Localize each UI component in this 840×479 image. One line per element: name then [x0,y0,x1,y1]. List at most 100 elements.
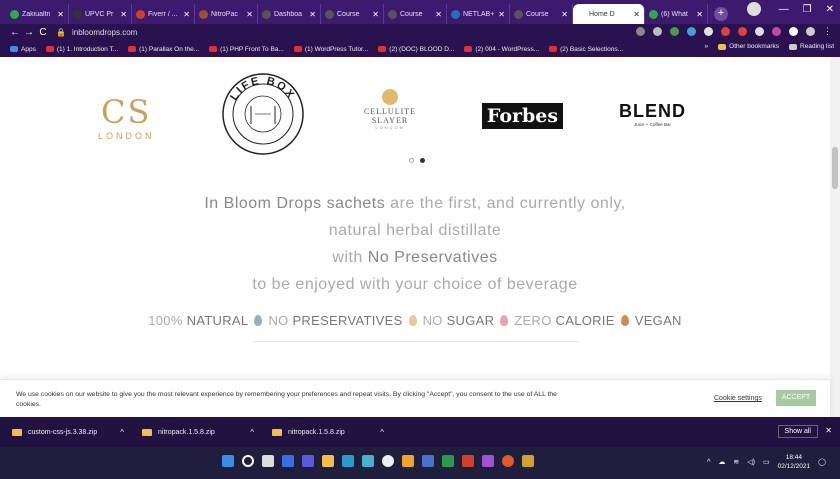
download-item[interactable]: nitropack.1.5.8.zip ^ [272,428,384,437]
tab-close-icon[interactable]: ✕ [372,10,379,19]
extension-icon[interactable] [755,27,764,36]
accept-cookies-button[interactable]: ACCEPT [776,390,816,406]
file-explorer-icon[interactable] [322,455,334,467]
apps-shortcut[interactable]: Apps [10,46,36,53]
extension-icon[interactable] [704,27,713,36]
new-tab-button[interactable]: + [714,7,728,21]
battery-icon[interactable]: ▭ [763,458,770,466]
browser-tab[interactable]: (6) What ✕ [645,4,708,24]
clock[interactable]: 18:44 02/12/2021 [778,453,811,471]
bookmarks-more-button[interactable]: » [705,43,709,50]
url-field[interactable]: 🔒 inbloomdrops.com [56,28,516,37]
close-downloads-icon[interactable]: ✕ [825,426,832,435]
tab-close-icon[interactable]: ✕ [498,10,505,19]
bookmark-item[interactable]: (2) (DOC) BLOOD D... [378,46,454,53]
forward-icon[interactable]: → [22,27,36,38]
reading-list-button[interactable]: Reading list [789,43,834,50]
browser-tab[interactable]: Course ✕ [510,4,573,24]
menu-kebab-icon[interactable]: ⋮ [823,26,832,37]
maximize-icon[interactable]: ❐ [803,4,812,15]
chevron-up-icon[interactable]: ^ [707,459,710,466]
tab-close-icon[interactable]: ✕ [183,10,190,19]
widgets-icon[interactable] [282,455,294,467]
close-window-icon[interactable]: ✕ [826,4,834,15]
app-icon[interactable] [382,455,394,467]
back-icon[interactable]: ← [8,27,22,38]
drop-icon [382,89,398,105]
apps-grid-icon [10,46,18,52]
reload-icon[interactable]: C [36,27,50,38]
volume-icon[interactable]: ◁) [747,458,755,466]
other-bookmarks-folder[interactable]: Other bookmarks [718,43,779,50]
download-item[interactable]: nitropack.1.5.8.zip ^ [142,428,254,437]
bookmark-item[interactable]: (1) WordPress Tutor... [293,46,368,53]
profile-icon[interactable] [806,27,815,36]
browser-tab[interactable]: Dashboa ✕ [258,4,321,24]
bookmark-item[interactable]: (1) PHP Front To Ba... [209,46,284,53]
app-icon[interactable] [482,455,494,467]
excel-icon[interactable] [442,455,454,467]
edge-icon[interactable] [342,455,354,467]
chevron-up-icon[interactable]: ^ [380,428,384,437]
extension-icon[interactable] [772,27,781,36]
minimize-icon[interactable]: — [779,4,789,15]
browser-tab[interactable]: UPVC Pr ✕ [69,4,132,24]
profile-avatar[interactable] [746,2,761,16]
browser-tab[interactable]: NETLAB+ ✕ [447,4,510,24]
extension-icon[interactable] [670,27,679,36]
tab-close-icon[interactable]: ✕ [120,10,127,19]
bookmark-favicon-icon [128,46,137,52]
page-scrollbar[interactable] [830,57,840,417]
tab-close-icon[interactable]: ✕ [435,10,442,19]
bookmark-item[interactable]: (2) Basic Selections... [549,46,623,53]
partner-logos-carousel: CS LONDON LIFE BOX CELLULITE SLAYER LOND… [0,67,830,157]
bookmark-item[interactable]: (1) 1. Introduction T... [45,46,118,53]
search-icon[interactable] [242,455,254,467]
puzzle-icon[interactable] [789,27,798,36]
tab-close-icon[interactable]: ✕ [696,10,703,19]
download-item[interactable]: custom-css-js.3.38.zip ^ [12,428,124,437]
extension-icon[interactable] [687,27,696,36]
show-all-downloads-button[interactable]: Show all [777,425,818,438]
extension-icon[interactable] [721,27,730,36]
extension-icons: ⋮ [636,26,832,37]
scrollbar-thumb[interactable] [832,147,838,189]
tab-close-icon[interactable]: ✕ [309,10,316,19]
carousel-dot[interactable] [409,158,414,163]
bookmark-favicon-icon [464,46,473,52]
cookie-settings-link[interactable]: Cookie settings [714,395,762,402]
folder-icon [12,428,22,436]
carousel-dot-active[interactable] [420,158,425,163]
chevron-up-icon[interactable]: ^ [120,428,124,437]
tab-close-icon[interactable]: ✕ [246,10,253,19]
cloud-icon[interactable]: ☁ [718,458,725,466]
bookmark-label: (1) Parallax On the... [139,45,200,53]
chevron-up-icon[interactable]: ^ [250,428,254,437]
app-icon[interactable] [462,455,474,467]
bookmark-item[interactable]: (2) 004 - WordPress... [464,46,539,53]
bookmark-item[interactable]: (1) Parallax On the... [128,46,199,53]
browser-tab[interactable]: Home D ✕ [573,4,645,24]
browser-tab-strip: Zakiualtn ✕ UPVC Pr ✕ Fiverr / ... ✕ NitroPac ✕… [0,0,840,24]
browser-tab[interactable]: NitroPac ✕ [195,4,258,24]
sublime-icon[interactable] [522,455,534,467]
windows-start-icon[interactable] [222,455,234,467]
browser-tab[interactable]: Fiverr / ... ✕ [132,4,195,24]
tab-close-icon[interactable]: ✕ [633,10,640,19]
word-icon[interactable] [422,455,434,467]
star-icon[interactable] [653,27,662,36]
browser-tab[interactable]: Course ✕ [321,4,384,24]
tab-close-icon[interactable]: ✕ [57,10,64,19]
store-icon[interactable] [362,455,374,467]
task-view-icon[interactable] [262,455,274,467]
extension-icon[interactable] [738,27,747,36]
share-icon[interactable] [636,27,645,36]
browser-tab[interactable]: Course ✕ [384,4,447,24]
notification-icon[interactable]: ◯ [818,458,826,466]
app-icon[interactable] [402,455,414,467]
teams-icon[interactable] [302,455,314,467]
wifi-icon[interactable]: ≋ [733,458,739,466]
chrome-icon[interactable] [502,455,514,467]
tab-close-icon[interactable]: ✕ [561,10,568,19]
browser-tab[interactable]: Zakiualtn ✕ [6,4,69,24]
